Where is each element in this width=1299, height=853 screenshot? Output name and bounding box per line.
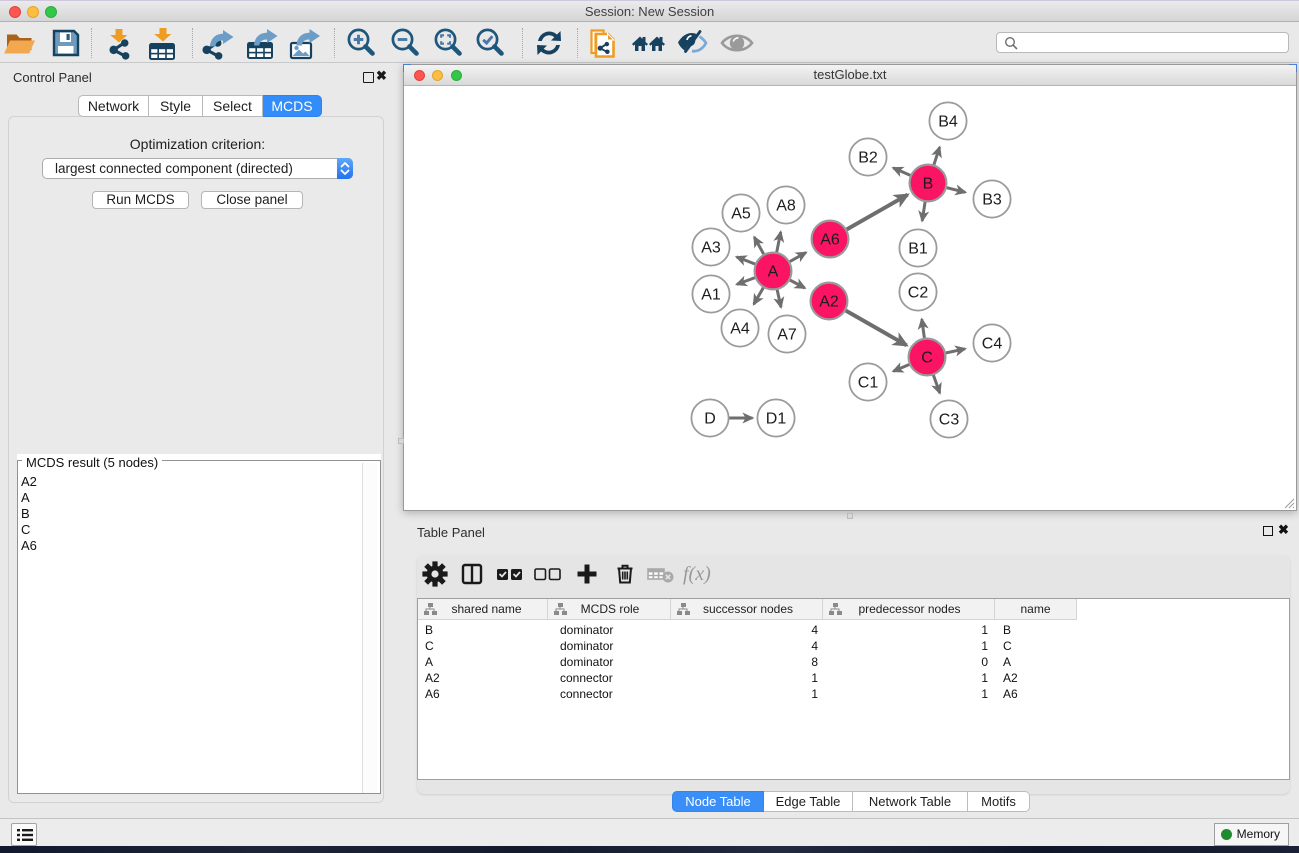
svg-text:C1: C1 <box>858 375 879 392</box>
svg-text:B: B <box>923 176 934 193</box>
svg-text:B2: B2 <box>858 150 878 167</box>
svg-text:A7: A7 <box>777 327 797 344</box>
svg-text:A8: A8 <box>776 198 796 215</box>
svg-text:B4: B4 <box>938 114 958 131</box>
svg-text:A5: A5 <box>731 206 751 223</box>
svg-text:A6: A6 <box>820 232 840 249</box>
svg-text:A: A <box>768 264 779 281</box>
svg-text:D: D <box>704 411 716 428</box>
svg-text:C: C <box>921 350 933 367</box>
svg-text:A3: A3 <box>701 240 721 257</box>
svg-text:D1: D1 <box>766 411 787 428</box>
svg-text:B1: B1 <box>908 241 928 258</box>
svg-text:A4: A4 <box>730 321 750 338</box>
svg-text:f(x): f(x) <box>683 563 711 585</box>
svg-text:C2: C2 <box>908 285 929 302</box>
svg-text:B3: B3 <box>982 192 1002 209</box>
svg-text:A2: A2 <box>819 294 839 311</box>
svg-text:A1: A1 <box>701 287 721 304</box>
svg-text:C3: C3 <box>939 412 960 429</box>
svg-text:C4: C4 <box>982 336 1003 353</box>
